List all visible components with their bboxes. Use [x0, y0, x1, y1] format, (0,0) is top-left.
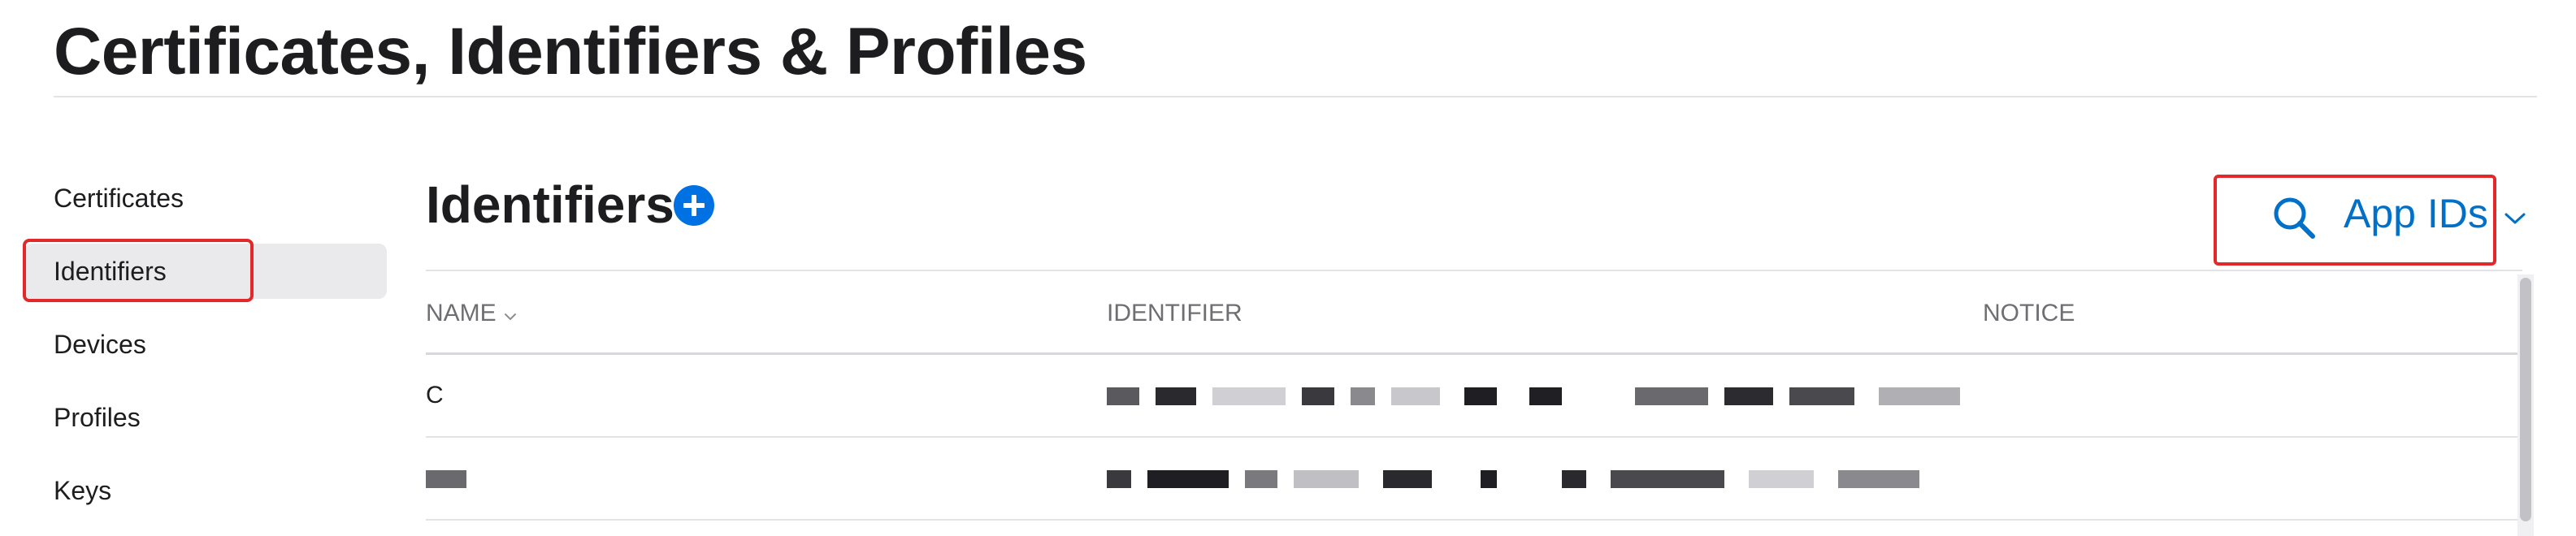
sidebar-item-keys[interactable]: Keys: [24, 463, 387, 518]
table-row[interactable]: C: [426, 355, 2522, 438]
page-title: Certificates, Identifiers & Profiles: [54, 15, 1087, 89]
sidebar-item-label: Certificates: [54, 184, 184, 213]
chevron-down-icon: [503, 298, 518, 331]
sidebar-item-label: Identifiers: [54, 257, 167, 286]
sidebar-item-certificates[interactable]: Certificates: [24, 171, 387, 226]
filter-selected-value[interactable]: App IDs: [2344, 189, 2488, 238]
row-name: C: [426, 382, 444, 408]
title-divider: [54, 96, 2537, 97]
chevron-down-icon[interactable]: [2503, 210, 2527, 227]
column-header-notice: NOTICE: [1983, 300, 2075, 326]
sidebar-item-label: Profiles: [54, 403, 141, 432]
sidebar-item-identifiers[interactable]: Identifiers: [23, 239, 387, 302]
sidebar-item-label: Keys: [54, 476, 112, 505]
table-row[interactable]: [426, 438, 2522, 521]
plus-circle-icon[interactable]: [674, 185, 714, 226]
section-title: Identifiers: [426, 175, 674, 234]
sidebar-item-label: Devices: [54, 330, 146, 359]
identifier-type-filter[interactable]: App IDs: [2214, 175, 2526, 266]
table-header: NAME IDENTIFIER NOTICE: [426, 271, 2522, 355]
column-header-identifier: IDENTIFIER: [1107, 300, 1242, 326]
column-header-name[interactable]: NAME: [426, 297, 518, 331]
sidebar: Certificates Identifiers Devices Profile…: [23, 171, 387, 536]
search-icon[interactable]: [2272, 196, 2316, 240]
scrollbar-thumb[interactable]: [2520, 278, 2531, 521]
column-header-label: NAME: [426, 300, 497, 326]
identifiers-table: NAME IDENTIFIER NOTICE C: [426, 270, 2522, 521]
sidebar-item-profiles[interactable]: Profiles: [24, 390, 387, 445]
sidebar-item-devices[interactable]: Devices: [24, 317, 387, 372]
